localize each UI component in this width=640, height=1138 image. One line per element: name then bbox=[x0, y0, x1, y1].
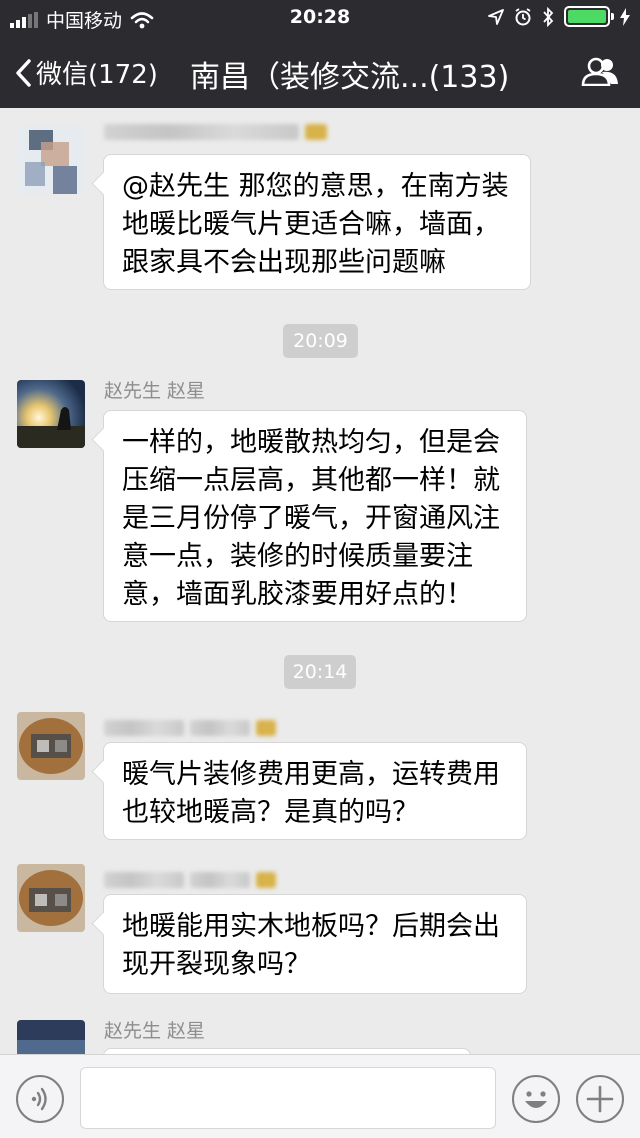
avatar[interactable] bbox=[17, 712, 85, 780]
sender-name-blurred bbox=[104, 120, 328, 142]
avatar-image bbox=[17, 712, 85, 780]
location-icon bbox=[488, 8, 504, 25]
message-line: 跟家具不会出现那些问题嘛 bbox=[122, 247, 446, 278]
message-line: @赵先生 那您的意思，在南方装 bbox=[122, 171, 509, 202]
group-icon bbox=[581, 57, 618, 87]
status-right bbox=[488, 6, 630, 27]
back-label: 微信(172) bbox=[36, 60, 158, 90]
message-line: 暖气片装修费用更高，运转费用 bbox=[122, 759, 500, 790]
avatar-image bbox=[17, 126, 85, 194]
message-bubble[interactable]: 地暖能用实木地板吗？后期会出 现开裂现象吗？ bbox=[103, 894, 527, 994]
emoji-icon bbox=[525, 1091, 547, 1108]
avatar-image bbox=[17, 1020, 85, 1054]
emoji-button[interactable] bbox=[512, 1075, 560, 1123]
voice-icon bbox=[31, 1087, 47, 1111]
avatar-image bbox=[17, 380, 85, 448]
chat-title: 南昌（装修交流...(133) bbox=[190, 60, 510, 95]
timestamp: 20:14 bbox=[284, 655, 356, 689]
message-line: 也较地暖高？是真的吗？ bbox=[122, 797, 419, 828]
message-bubble[interactable]: 暖气片装修费用更高，运转费用 也较地暖高？是真的吗？ bbox=[103, 742, 527, 840]
voice-button[interactable] bbox=[16, 1075, 64, 1123]
avatar-image bbox=[17, 864, 85, 932]
alarm-icon bbox=[515, 7, 531, 25]
sender-name-blurred bbox=[104, 868, 277, 890]
members-button[interactable] bbox=[580, 56, 620, 90]
sender-name-blurred bbox=[104, 716, 277, 738]
message-line: 地暖比暖气片更适合嘛，墙面， bbox=[122, 209, 500, 240]
message-bubble[interactable]: 一样的，地暖散热均匀，但是会 压缩一点层高，其他都一样！就 是三月份停了暖气，开… bbox=[103, 410, 527, 622]
avatar[interactable] bbox=[17, 126, 85, 194]
sender-name: 赵先生 赵星 bbox=[104, 380, 206, 402]
bluetooth-icon bbox=[543, 6, 554, 27]
message-line: 压缩一点层高，其他都一样！就 bbox=[122, 465, 500, 496]
chat-area[interactable]: @赵先生 那您的意思，在南方装 地暖比暖气片更适合嘛，墙面， 跟家具不会出现那些… bbox=[0, 108, 640, 1054]
battery-icon bbox=[564, 6, 614, 27]
avatar[interactable] bbox=[17, 864, 85, 932]
sender-name: 赵先生 赵星 bbox=[104, 1020, 206, 1042]
avatar[interactable] bbox=[17, 380, 85, 448]
chevron-left-icon bbox=[16, 58, 31, 87]
message-line: 地暖能用实木地板吗？后期会出 bbox=[122, 911, 500, 942]
plus-icon bbox=[586, 1085, 614, 1113]
message-line: 意一点，装修的时候质量要注 bbox=[122, 541, 473, 572]
avatar[interactable] bbox=[17, 1020, 85, 1054]
message-line: 现开裂现象吗？ bbox=[122, 949, 311, 980]
status-bar: 中国移动 20:28 bbox=[0, 0, 640, 36]
message-input[interactable] bbox=[80, 1067, 496, 1129]
message-bubble[interactable]: @赵先生 那您的意思，在南方装 地暖比暖气片更适合嘛，墙面， 跟家具不会出现那些… bbox=[103, 154, 531, 290]
message-line: 意，墙面乳胶漆要用好点的！ bbox=[122, 579, 473, 610]
back-button[interactable]: 微信(172) bbox=[14, 54, 158, 91]
message-line: 一样的，地暖散热均匀，但是会 bbox=[122, 427, 500, 458]
timestamp: 20:09 bbox=[283, 324, 358, 358]
input-bar bbox=[0, 1054, 640, 1138]
more-button[interactable] bbox=[576, 1075, 624, 1123]
message-line: 是三月份停了暖气，开窗通风注 bbox=[122, 503, 500, 534]
nav-bar: 微信(172) 南昌（装修交流...(133) bbox=[0, 36, 640, 108]
charging-icon bbox=[620, 7, 630, 26]
